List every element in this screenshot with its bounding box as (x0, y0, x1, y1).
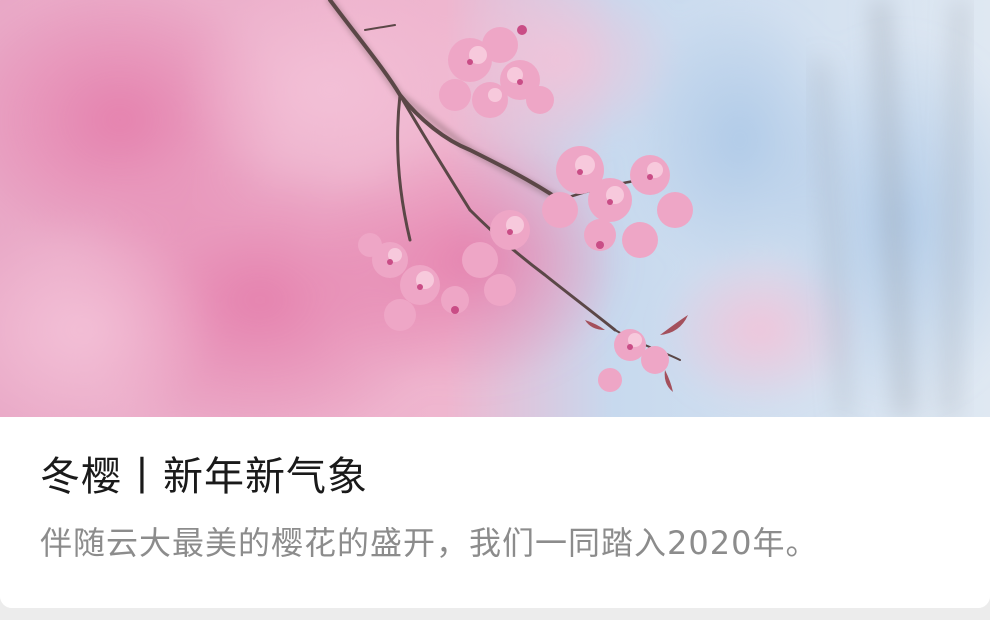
article-card[interactable]: 冬樱丨新年新气象 伴随云大最美的樱花的盛开，我们一同踏入2020年。 (0, 0, 990, 608)
cover-image (0, 0, 990, 417)
article-title[interactable]: 冬樱丨新年新气象 (40, 451, 368, 503)
article-description: 伴随云大最美的樱花的盛开，我们一同踏入2020年。 (40, 524, 819, 562)
card-text-area: 冬樱丨新年新气象 伴随云大最美的樱花的盛开，我们一同踏入2020年。 (0, 417, 990, 608)
